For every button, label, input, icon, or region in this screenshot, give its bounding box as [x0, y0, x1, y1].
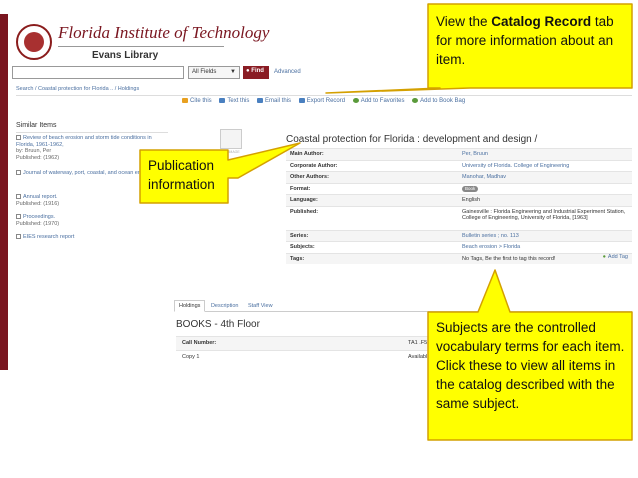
export-record-label: Export Record: [306, 98, 346, 104]
format-value: Book: [458, 184, 632, 195]
similar-item[interactable]: Journal of waterway, port, coastal, and …: [16, 170, 168, 177]
add-to-favorites-link[interactable]: Add to Favorites: [352, 98, 405, 104]
other-authors-link[interactable]: Manohar, Madhav: [458, 172, 632, 183]
add-tag-button[interactable]: Add Tag: [603, 254, 628, 261]
record-toolbar: Cite this Text this Email this Export Re…: [182, 98, 471, 104]
chevron-down-icon: ▼: [230, 69, 236, 75]
cite-this-link[interactable]: Cite this: [182, 98, 212, 104]
similar-item[interactable]: Review of beach erosion and storm tide c…: [16, 135, 168, 161]
tab-holdings[interactable]: Holdings: [174, 300, 206, 312]
fit-seal-logo: [16, 24, 52, 60]
book-icon: [16, 135, 21, 140]
cover-thumbnail: [220, 129, 242, 149]
subject-link[interactable]: Beach erosion > Florida: [458, 242, 632, 253]
text-this-label: Text this: [227, 98, 250, 104]
cite-this-label: Cite this: [190, 98, 212, 104]
holdings-row: Copy 1 Availabl: [176, 350, 632, 364]
similar-item-title[interactable]: Review of beach erosion and storm tide c…: [16, 135, 152, 148]
holdings-key: Call Number:: [182, 340, 217, 346]
similar-item-byline: by: Bruun, Per: [16, 148, 52, 154]
journal-icon: [16, 214, 21, 219]
field-key: Other Authors:: [290, 174, 329, 180]
advanced-search-link[interactable]: Advanced: [274, 69, 301, 75]
add-icon: [412, 98, 419, 103]
email-this-link[interactable]: Email this: [257, 98, 291, 104]
add-to-book-bag-label: Add to Book Bag: [420, 98, 466, 104]
field-key: Series:: [290, 232, 309, 239]
record-field-row: Format: Book: [286, 182, 632, 195]
breadcrumb[interactable]: Search / Coastal protection for Florida …: [16, 85, 632, 96]
thumbnail-caption: NO IMAGE: [222, 150, 240, 154]
field-key: Published:: [290, 208, 319, 215]
record-field-row: Main Author: Per, Bruun: [286, 148, 632, 160]
field-key: Tags:: [290, 255, 305, 262]
holdings-key: Copy 1: [182, 354, 200, 360]
field-key: Main Author:: [290, 151, 324, 157]
slide: Florida Institute of Technology Evans Li…: [0, 0, 638, 478]
published-value: Gainesville : Florida Engineering and In…: [462, 208, 626, 222]
field-key: Corporate Author:: [290, 162, 338, 169]
similar-items-heading: Similar Items: [16, 122, 57, 129]
language-value: English: [462, 197, 481, 203]
add-to-favorites-label: Add to Favorites: [360, 98, 405, 104]
cite-icon: [182, 98, 188, 103]
similar-item-published: Published: (1962): [16, 154, 60, 161]
holdings-value: Availabl: [408, 354, 428, 360]
email-this-label: Email this: [265, 98, 292, 104]
tab-staff-view[interactable]: Staff View: [244, 301, 277, 311]
holdings-location: BOOKS - 4th Floor: [176, 319, 260, 330]
record-field-row: Tags: No Tags, Be the first to tag this r…: [286, 252, 632, 264]
find-button[interactable]: ● Find: [243, 66, 269, 79]
journal-icon: [16, 234, 21, 239]
header-divider: [58, 46, 224, 47]
similar-item[interactable]: EIES research report: [16, 234, 168, 241]
holdings-row: Call Number: TA1 .F5: [176, 336, 632, 350]
book-icon: [16, 194, 21, 199]
field-key: Subjects:: [290, 244, 315, 250]
field-key: Format:: [290, 185, 311, 192]
record-field-row: Subjects: Beach erosion > Florida: [286, 241, 632, 253]
phone-icon: [219, 98, 226, 103]
export-icon: [298, 98, 305, 103]
search-icon: ●: [246, 68, 250, 74]
add-icon: [352, 98, 359, 103]
record-field-row: Other Authors: Manohar, Madhav: [286, 171, 632, 183]
tab-description[interactable]: Description: [207, 301, 243, 311]
search-input[interactable]: [12, 66, 184, 79]
similar-items-divider: [16, 132, 168, 133]
record-title: Coastal protection for Florida : develop…: [286, 134, 538, 145]
similar-item-title[interactable]: Journal of waterway, port, coastal, and …: [23, 170, 164, 176]
search-scope-label: All Fields: [192, 69, 217, 75]
similar-item[interactable]: Annual report. Published: (1916): [16, 194, 168, 207]
browser-screenshot: Florida Institute of Technology Evans Li…: [8, 14, 638, 370]
export-record-link[interactable]: Export Record: [298, 98, 346, 104]
similar-item-title[interactable]: EIES research report: [23, 234, 74, 240]
record-tabs: Holdings Description Staff View: [174, 300, 632, 312]
similar-item-title[interactable]: Proceedings.: [23, 214, 55, 220]
search-scope-select[interactable]: All Fields ▼: [188, 66, 240, 79]
similar-item-published: Published: (1916): [16, 200, 60, 207]
similar-item-title[interactable]: Annual report.: [23, 194, 58, 200]
add-to-book-bag-link[interactable]: Add to Book Bag: [412, 98, 465, 104]
email-icon: [257, 98, 264, 103]
library-name: Evans Library: [92, 50, 159, 61]
record-field-row: Series: Bulletin series ; no. 113: [286, 229, 632, 242]
record-details-table: Main Author: Per, Bruun Corporate Author:…: [286, 148, 632, 264]
record-field-row: Published: Gainesville : Florida Engineer…: [286, 205, 632, 230]
main-author-link[interactable]: Per, Bruun: [458, 149, 632, 160]
format-badge: Book: [462, 185, 479, 192]
series-link[interactable]: Bulletin series ; no. 113: [458, 231, 632, 242]
similar-item-published: Published: (1970): [16, 220, 60, 227]
text-this-link[interactable]: Text this: [219, 98, 249, 104]
holdings-table: Call Number: TA1 .F5 Copy 1 Availabl: [176, 336, 632, 364]
similar-item[interactable]: Proceedings. Published: (1970): [16, 214, 168, 227]
record-field-row: Language: English: [286, 194, 632, 206]
find-label: Find: [251, 68, 264, 74]
holdings-value: TA1 .F5: [408, 340, 428, 346]
record-field-row: Corporate Author: University of Florida. …: [286, 159, 632, 172]
field-key: Language:: [290, 197, 318, 203]
corporate-author-link[interactable]: University of Florida. College of Engine…: [458, 161, 632, 172]
institution-name: Florida Institute of Technology: [58, 23, 270, 42]
journal-icon: [16, 170, 21, 175]
